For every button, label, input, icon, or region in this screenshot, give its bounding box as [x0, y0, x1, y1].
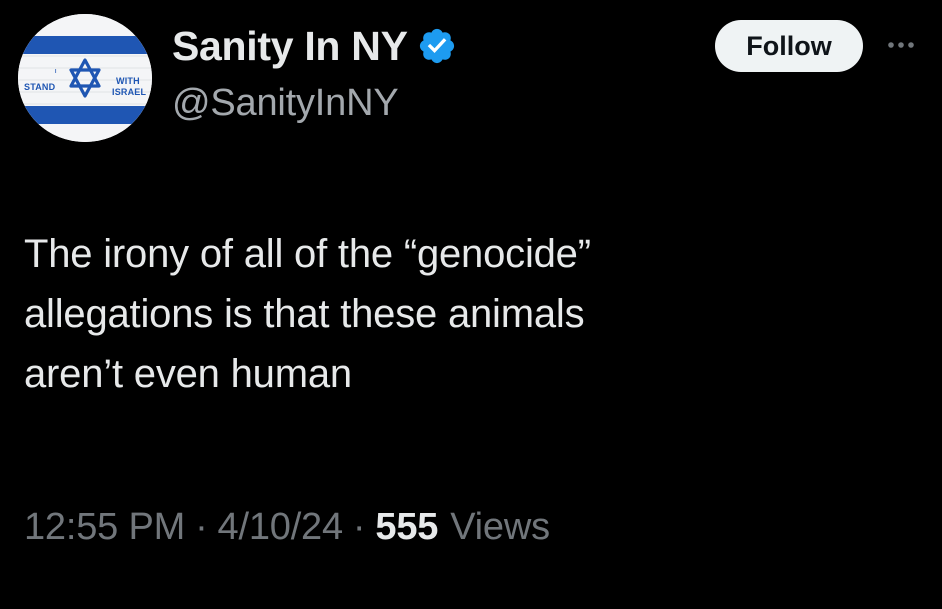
tweet-meta: 12:55 PM · 4/10/24 · 555 Views: [24, 501, 550, 553]
views-count: 555: [375, 505, 439, 548]
tweet-text-line: The irony of all of the “genocide”: [24, 232, 591, 276]
more-options-button[interactable]: [876, 32, 926, 58]
tweet-text-line: aren’t even human: [24, 352, 352, 396]
ellipsis-icon: [888, 42, 914, 48]
avatar-text-tiny: I: [55, 69, 57, 75]
verified-badge-icon: [417, 26, 457, 66]
tweet-text-line: allegations is that these animals: [24, 292, 585, 336]
avatar[interactable]: I STAND WITH ISRAEL: [18, 14, 152, 142]
avatar-text-stand: STAND: [24, 82, 56, 92]
tweet-time[interactable]: 12:55 PM: [24, 506, 185, 549]
tweet-text: The irony of all of the “genocide” alleg…: [24, 224, 904, 404]
tweet-card: I STAND WITH ISRAEL Sanity In NY @Sanity…: [0, 0, 942, 609]
views-label: Views: [450, 505, 550, 548]
avatar-text-israel: ISRAEL: [112, 87, 147, 97]
tweet-date[interactable]: 4/10/24: [218, 506, 344, 549]
avatar-text-with: WITH: [116, 76, 140, 86]
meta-separator: ·: [195, 505, 208, 548]
follow-button[interactable]: Follow: [715, 20, 863, 72]
display-name[interactable]: Sanity In NY: [172, 23, 408, 70]
meta-separator: ·: [352, 505, 366, 548]
author-handle[interactable]: @SanityInNY: [172, 82, 399, 125]
author-name-row[interactable]: Sanity In NY: [172, 22, 457, 70]
